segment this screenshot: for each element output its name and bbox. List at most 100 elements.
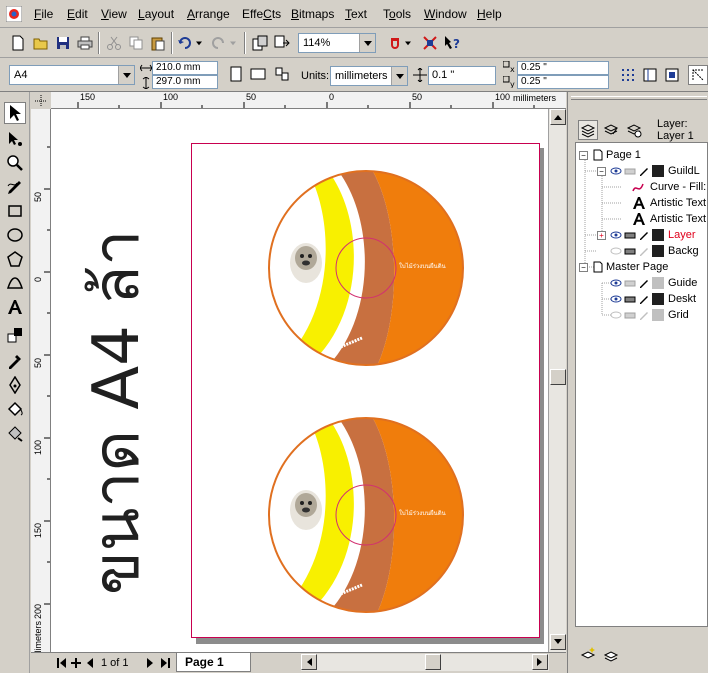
menu-arrange[interactable]: Arrange <box>187 7 230 21</box>
menu-window[interactable]: Window <box>424 7 467 21</box>
export-button[interactable] <box>272 33 292 53</box>
duplicate-x-field[interactable]: 0.25 " <box>517 61 609 75</box>
new-layer-button[interactable] <box>578 644 598 664</box>
basic-shapes-tool[interactable] <box>4 272 26 294</box>
interactive-fill-tool[interactable] <box>4 422 26 444</box>
object-tree[interactable]: − Page 1 − GuildL Curve - Fill: Artistic… <box>575 142 708 627</box>
paper-size-dropdown-arrow[interactable] <box>118 66 134 84</box>
coreldraw-app-icon[interactable] <box>6 6 22 22</box>
tree-item-page-1[interactable]: − Page 1 <box>579 147 641 163</box>
polygon-tool[interactable] <box>4 248 26 270</box>
portrait-button[interactable] <box>226 64 246 84</box>
save-button[interactable] <box>53 33 73 53</box>
text-tool[interactable] <box>4 296 26 318</box>
menu-layout[interactable]: Layout <box>138 7 174 21</box>
menu-edit[interactable]: Edit <box>67 7 88 21</box>
collapse-icon[interactable]: − <box>579 262 588 272</box>
printer-icon[interactable] <box>624 309 636 321</box>
vertical-scrollbar[interactable] <box>548 109 566 652</box>
duplicate-y-field[interactable]: 0.25 " <box>517 75 609 89</box>
cut-button[interactable] <box>104 33 124 53</box>
printer-icon[interactable] <box>624 277 636 289</box>
printer-icon[interactable] <box>624 165 636 177</box>
tree-item-desktop[interactable]: Deskt <box>610 291 696 307</box>
print-button[interactable] <box>75 33 95 53</box>
tree-item-master-page[interactable]: − Master Page <box>579 259 668 275</box>
scroll-thumb[interactable] <box>550 369 566 385</box>
pencil-icon[interactable] <box>638 309 650 321</box>
docker-grip[interactable] <box>571 96 707 100</box>
menu-effects[interactable]: EffeCts <box>242 7 281 21</box>
next-page-button[interactable] <box>143 656 157 670</box>
scroll-up-button[interactable] <box>550 109 566 125</box>
corel-online-dropdown[interactable] <box>402 33 414 53</box>
redo-dropdown[interactable] <box>227 33 239 53</box>
layer-manager-view-button[interactable] <box>624 120 644 140</box>
undo-dropdown[interactable] <box>193 33 205 53</box>
all-pages-button[interactable] <box>272 64 292 84</box>
eye-icon[interactable] <box>610 245 622 257</box>
add-page-before-button[interactable] <box>69 656 83 670</box>
pick-tool[interactable] <box>4 102 26 124</box>
snap-to-guidelines-button[interactable] <box>640 65 660 85</box>
eye-icon[interactable] <box>610 293 622 305</box>
pencil-icon[interactable] <box>638 229 650 241</box>
interactive-blend-tool[interactable] <box>4 324 26 346</box>
pencil-icon[interactable] <box>638 293 650 305</box>
copy-button[interactable] <box>126 33 146 53</box>
zoom-dropdown-arrow[interactable] <box>359 34 375 52</box>
eye-icon[interactable] <box>610 309 622 321</box>
last-page-button[interactable] <box>158 656 172 670</box>
vertical-ruler[interactable]: 50 0 50 100 150 200 millimeters <box>31 109 51 652</box>
menu-text[interactable]: Text <box>345 7 367 21</box>
menu-file[interactable]: File <box>34 7 53 21</box>
snap-to-grid-button[interactable] <box>618 65 638 85</box>
open-button[interactable] <box>31 33 51 53</box>
zoom-level-combo[interactable]: 114% <box>298 33 376 53</box>
tree-item-active-layer[interactable]: + Layer <box>597 227 696 243</box>
printer-icon[interactable] <box>624 245 636 257</box>
tree-item-guides-layer[interactable]: − GuildL <box>597 163 700 179</box>
new-document-button[interactable] <box>8 33 28 53</box>
whats-this-button[interactable]: ? <box>442 33 462 53</box>
redo-button[interactable] <box>208 33 228 53</box>
application-launcher-button[interactable] <box>420 33 440 53</box>
collapse-icon[interactable]: − <box>597 166 606 176</box>
edit-across-layers-button[interactable] <box>601 120 621 140</box>
ellipse-tool[interactable] <box>4 224 26 246</box>
units-combo[interactable]: millimeters <box>330 66 408 86</box>
menu-view[interactable]: View <box>101 7 127 21</box>
collapse-icon[interactable]: − <box>579 150 588 160</box>
first-page-button[interactable] <box>55 656 69 670</box>
freehand-tool[interactable] <box>4 176 26 198</box>
h-scroll-thumb[interactable] <box>425 654 441 670</box>
printer-icon[interactable] <box>624 293 636 305</box>
tab-page-1[interactable]: Page 1 <box>176 653 251 672</box>
nudge-offset-field[interactable]: 0.1 " <box>428 66 496 85</box>
menu-help[interactable]: Help <box>477 7 502 21</box>
shape-tool[interactable] <box>4 128 26 150</box>
previous-page-button[interactable] <box>83 656 97 670</box>
zoom-tool[interactable] <box>4 152 26 174</box>
undo-button[interactable] <box>175 33 195 53</box>
snap-to-objects-button[interactable] <box>662 65 682 85</box>
import-button[interactable] <box>250 33 270 53</box>
cd-label-top[interactable]: ใบไม้ร่วงบนผืนดิน <box>266 168 466 368</box>
units-dropdown-arrow[interactable] <box>391 67 407 85</box>
show-object-properties-button[interactable] <box>578 120 598 140</box>
landscape-button[interactable] <box>248 64 268 84</box>
horizontal-ruler[interactable]: 150 100 50 0 50 100 millimeters <box>51 92 566 109</box>
rectangle-tool[interactable] <box>4 200 26 222</box>
tree-item-curve[interactable]: Curve - Fill: <box>632 179 706 195</box>
menu-bitmaps[interactable]: Bitmaps <box>291 7 334 21</box>
page-width-field[interactable]: 210.0 mm <box>152 61 218 75</box>
eye-icon[interactable] <box>610 229 622 241</box>
menu-tools[interactable]: Tools <box>383 7 411 21</box>
eyedropper-tool[interactable] <box>4 350 26 372</box>
scroll-right-button[interactable] <box>532 654 548 670</box>
rotated-title-text[interactable]: ขนาด A4 ล้า <box>60 220 160 600</box>
printer-icon[interactable] <box>624 229 636 241</box>
tree-item-grid[interactable]: Grid <box>610 307 689 323</box>
page-height-field[interactable]: 297.0 mm <box>152 75 218 89</box>
pencil-icon[interactable] <box>638 245 650 257</box>
